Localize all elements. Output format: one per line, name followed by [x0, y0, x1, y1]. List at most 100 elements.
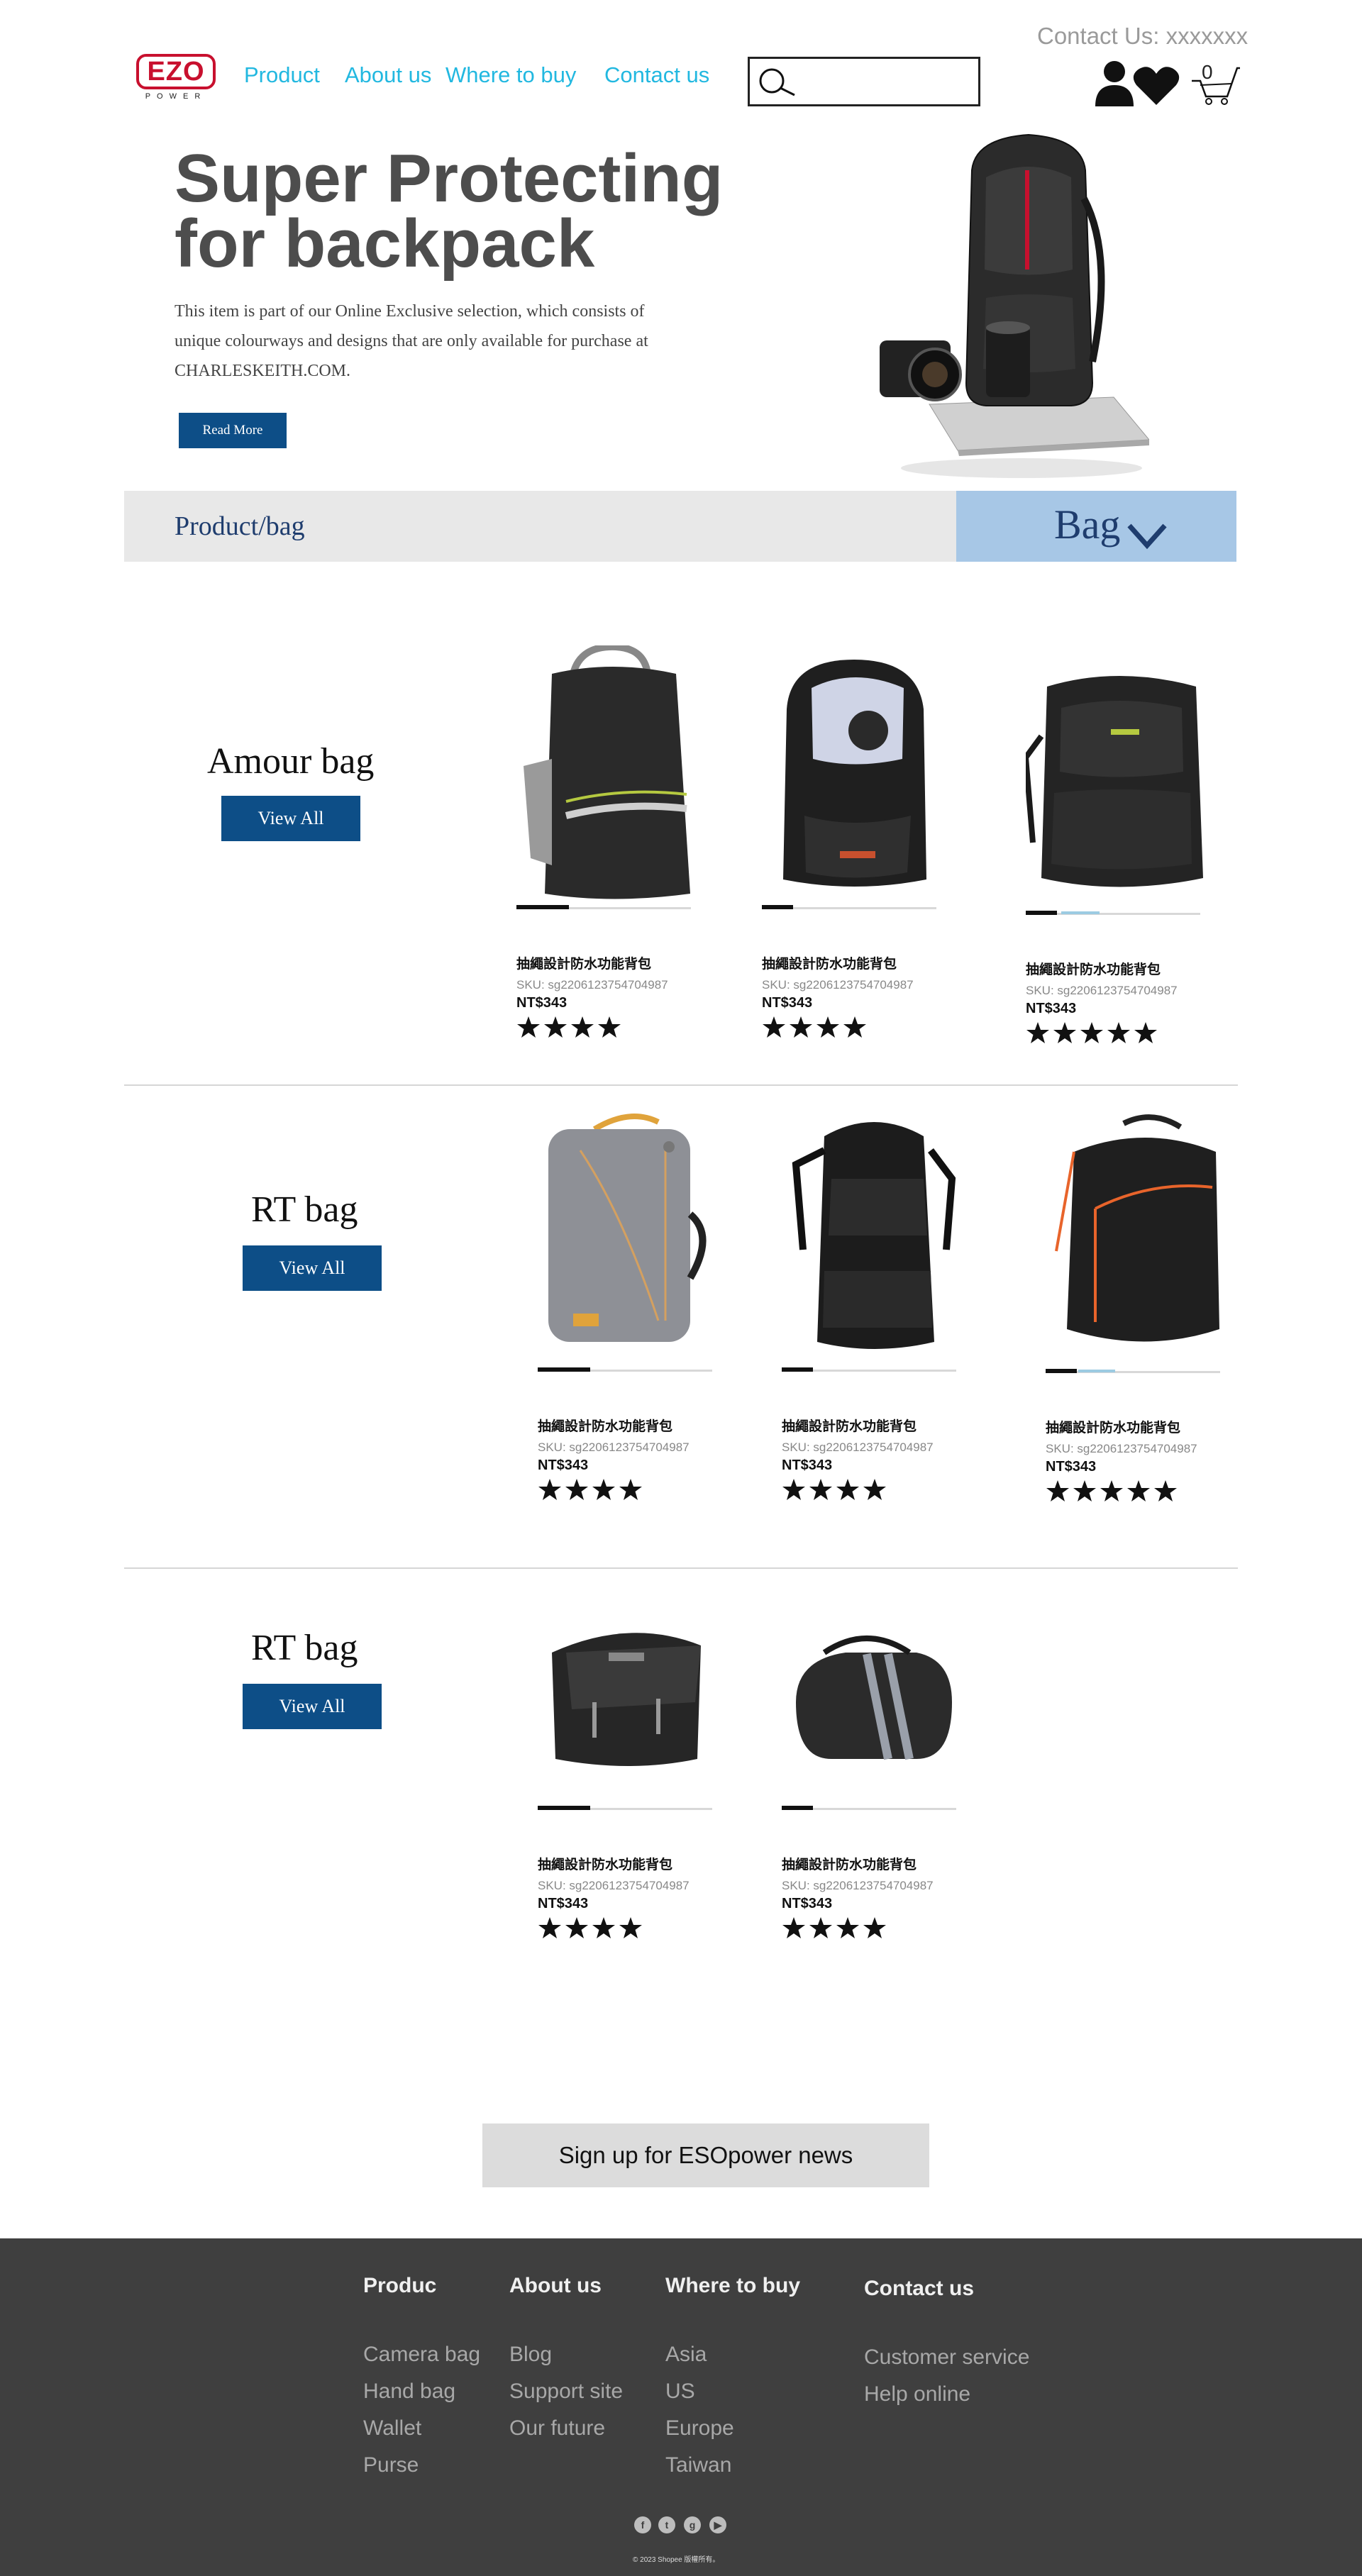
star-icon — [544, 1016, 567, 1038]
star-icon — [809, 1917, 832, 1938]
footer-link[interactable]: Blog — [509, 2336, 623, 2373]
product-sku: SKU: sg2206123754704987 — [782, 1440, 934, 1454]
facebook-icon[interactable]: f — [634, 2516, 651, 2533]
product-name[interactable]: 抽繩設計防水功能背包 — [1026, 959, 1217, 978]
footer-column-where-to-buy: Where to buy Asia US Europe Taiwan — [665, 2274, 800, 2484]
product-progress-fill — [1046, 1369, 1078, 1373]
header-contact-info: Contact Us: xxxxxxx — [1037, 23, 1248, 49]
nav-contact-us[interactable]: Contact us — [604, 62, 709, 88]
footer-link[interactable]: Europe — [665, 2410, 800, 2447]
star-icon — [843, 1016, 866, 1038]
product-card[interactable]: 抽繩設計防水功能背包 SKU: sg2206123754704987 NT$34… — [516, 643, 708, 1038]
product-image[interactable] — [538, 1108, 729, 1363]
star-icon — [790, 1016, 812, 1038]
footer-link[interactable]: Support site — [509, 2373, 623, 2410]
footer-link[interactable]: Camera bag — [363, 2336, 480, 2373]
product-name[interactable]: 抽繩設計防水功能背包 — [516, 953, 708, 972]
product-name[interactable]: 抽繩設計防水功能背包 — [1046, 1417, 1237, 1436]
product-card[interactable]: 抽繩設計防水功能背包 SKU: sg2206123754704987 NT$34… — [782, 1546, 973, 1939]
product-rating — [1046, 1479, 1237, 1502]
product-progress-bar — [762, 905, 936, 909]
star-icon — [1107, 1022, 1130, 1043]
product-image[interactable] — [1046, 1109, 1237, 1365]
brand-logo[interactable]: EZO POWER — [136, 54, 216, 101]
footer-heading: Contact us — [864, 2277, 975, 2300]
product-sku: SKU: sg2206123754704987 — [762, 978, 914, 992]
nav-where-to-buy[interactable]: Where to buy — [445, 62, 576, 88]
twitter-icon[interactable]: t — [658, 2516, 675, 2533]
footer-link[interactable]: Purse — [363, 2447, 480, 2484]
footer-link[interactable]: Customer service — [864, 2339, 1029, 2376]
footer-link[interactable]: Hand bag — [363, 2373, 480, 2410]
product-name[interactable]: 抽繩設計防水功能背包 — [762, 953, 953, 972]
google-plus-icon[interactable]: g — [684, 2516, 701, 2533]
nav-product[interactable]: Product — [244, 62, 320, 88]
hero-title-line: for backpack — [175, 206, 595, 282]
product-image[interactable] — [782, 1546, 973, 1801]
footer-link[interactable]: Wallet — [363, 2410, 480, 2447]
footer-column-contact: Contact us Customer service Help online — [864, 2277, 1029, 2413]
breadcrumb[interactable]: Product/bag — [175, 511, 305, 542]
footer-link[interactable]: US — [665, 2373, 800, 2410]
category-dropdown-label[interactable]: Bag — [1054, 501, 1120, 548]
star-icon — [763, 1016, 785, 1038]
product-card[interactable]: 抽繩設計防水功能背包 SKU: sg2206123754704987 NT$34… — [538, 1546, 729, 1939]
product-progress-fill — [782, 1806, 814, 1810]
youtube-icon[interactable]: ▶ — [709, 2516, 726, 2533]
hero-title-line: Super Protecting — [175, 140, 724, 216]
section-title: Amour bag — [207, 741, 375, 782]
star-icon — [517, 1016, 540, 1038]
star-icon — [836, 1917, 859, 1938]
product-image[interactable] — [762, 645, 953, 901]
cart-icon[interactable] — [1190, 62, 1240, 105]
footer-link[interactable]: Our future — [509, 2410, 623, 2447]
footer-link[interactable]: Help online — [864, 2376, 1029, 2413]
product-name[interactable]: 抽繩設計防水功能背包 — [538, 1854, 729, 1873]
product-image[interactable] — [782, 1108, 973, 1363]
heart-icon[interactable] — [1132, 65, 1180, 106]
product-image[interactable] — [538, 1546, 729, 1801]
star-icon — [1046, 1480, 1069, 1501]
product-rating — [782, 1916, 973, 1939]
product-card[interactable]: 抽繩設計防水功能背包 SKU: sg2206123754704987 NT$34… — [1046, 1109, 1237, 1502]
product-price: NT$343 — [538, 1458, 589, 1473]
nav-about-us[interactable]: About us — [345, 62, 431, 88]
view-all-button[interactable]: View All — [243, 1684, 382, 1729]
product-name[interactable]: 抽繩設計防水功能背包 — [782, 1854, 973, 1873]
product-sku: SKU: sg2206123754704987 — [782, 1879, 934, 1892]
search-input[interactable] — [802, 60, 976, 104]
search-icon[interactable] — [756, 65, 799, 99]
product-price: NT$343 — [782, 1458, 833, 1473]
star-icon — [809, 1479, 832, 1500]
view-all-button[interactable]: View All — [221, 796, 360, 841]
footer-link[interactable]: Taiwan — [665, 2447, 800, 2484]
product-progress-fill — [538, 1367, 590, 1372]
newsletter-signup-button[interactable]: Sign up for ESOpower news — [482, 2123, 929, 2187]
product-name[interactable]: 抽繩設計防水功能背包 — [538, 1416, 729, 1435]
view-all-button[interactable]: View All — [243, 1245, 382, 1291]
product-progress-bar — [1046, 1369, 1220, 1373]
product-card[interactable]: 抽繩設計防水功能背包 SKU: sg2206123754704987 NT$34… — [1022, 651, 1217, 1044]
product-card[interactable]: 抽繩設計防水功能背包 SKU: sg2206123754704987 NT$34… — [782, 1108, 973, 1501]
product-image[interactable] — [516, 643, 708, 901]
product-image[interactable] — [1022, 651, 1217, 906]
star-icon — [538, 1479, 561, 1500]
product-progress-fill — [762, 905, 794, 909]
star-icon — [538, 1917, 561, 1938]
chevron-down-icon[interactable] — [1126, 521, 1168, 550]
star-icon — [619, 1479, 642, 1500]
user-icon[interactable] — [1092, 60, 1136, 106]
copyright: © 2023 Shopee 版權所有。 — [633, 2556, 720, 2564]
product-card[interactable]: 抽繩設計防水功能背包 SKU: sg2206123754704987 NT$34… — [762, 645, 953, 1038]
product-progress-fill — [516, 905, 569, 909]
product-sku: SKU: sg2206123754704987 — [1046, 1442, 1197, 1455]
read-more-button[interactable]: Read More — [179, 413, 287, 448]
star-icon — [816, 1016, 839, 1038]
product-name[interactable]: 抽繩設計防水功能背包 — [782, 1416, 973, 1435]
footer-column-about: About us Blog Support site Our future — [509, 2274, 623, 2447]
footer-link[interactable]: Asia — [665, 2336, 800, 2373]
cart-count: 0 — [1202, 61, 1213, 83]
product-sku: SKU: sg2206123754704987 — [1026, 984, 1178, 997]
product-card[interactable]: 抽繩設計防水功能背包 SKU: sg2206123754704987 NT$34… — [538, 1108, 729, 1501]
star-icon — [782, 1479, 805, 1500]
